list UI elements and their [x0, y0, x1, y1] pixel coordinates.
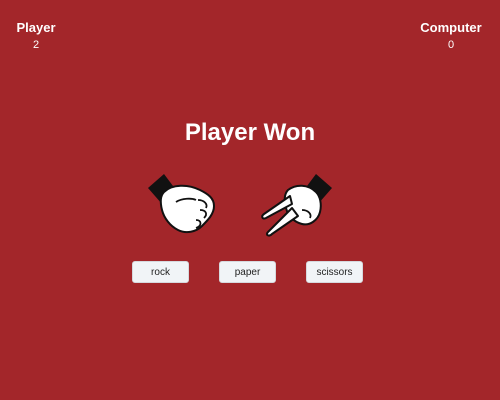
computer-score: Computer 0 [406, 20, 496, 52]
player-score-label: Player [16, 20, 56, 35]
computer-score-label: Computer [420, 20, 482, 35]
result-title: Player Won [184, 119, 316, 146]
rock-button[interactable]: rock [132, 261, 189, 283]
player-score: Player 2 [0, 20, 81, 52]
computer-score-value: 0 [447, 39, 455, 51]
scissors-hand-icon [258, 170, 338, 238]
player-score-value: 2 [32, 39, 40, 51]
scissors-button[interactable]: scissors [306, 261, 363, 283]
rock-fist-icon [142, 170, 222, 238]
paper-button[interactable]: paper [219, 261, 276, 283]
